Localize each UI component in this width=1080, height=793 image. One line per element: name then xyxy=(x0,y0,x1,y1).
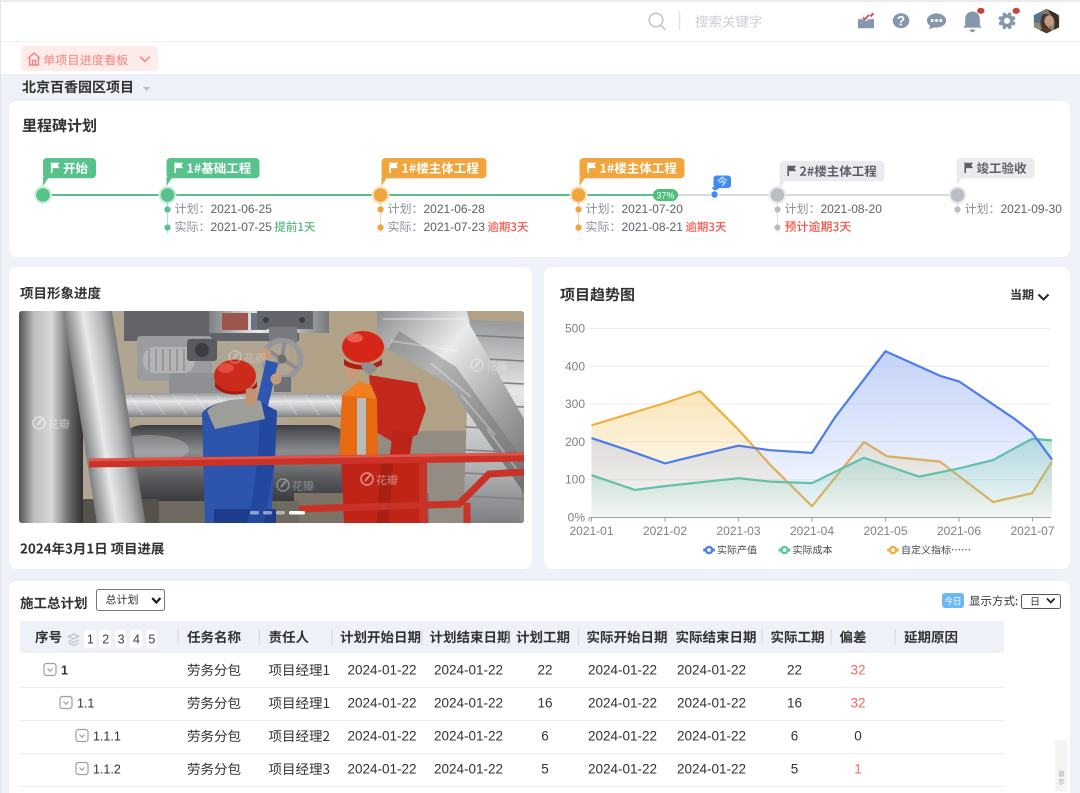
svg-text:1: 1 xyxy=(854,762,862,777)
svg-text:2021-07-25: 2021-07-25 xyxy=(211,220,273,234)
svg-text:200: 200 xyxy=(565,435,585,449)
svg-text:37%: 37% xyxy=(656,191,674,201)
svg-text:2024-01-22: 2024-01-22 xyxy=(347,762,416,777)
svg-text:2021-06: 2021-06 xyxy=(937,524,981,538)
svg-text:2024-01-22: 2024-01-22 xyxy=(434,729,503,744)
svg-text:0: 0 xyxy=(854,729,862,744)
svg-text:1.1: 1.1 xyxy=(77,697,94,711)
svg-text:2024-01-22: 2024-01-22 xyxy=(677,663,746,678)
svg-text:2024-01-22: 2024-01-22 xyxy=(434,696,503,711)
svg-text:2021-04: 2021-04 xyxy=(790,524,834,538)
svg-text:16: 16 xyxy=(537,696,552,711)
svg-text:300: 300 xyxy=(565,397,585,411)
svg-text:22: 22 xyxy=(787,663,802,678)
svg-text:0%: 0% xyxy=(568,511,586,525)
svg-text:2024-01-22: 2024-01-22 xyxy=(347,729,416,744)
svg-text:2024-01-22: 2024-01-22 xyxy=(347,696,416,711)
svg-text:2024-01-22: 2024-01-22 xyxy=(677,696,746,711)
svg-text:2024-01-22: 2024-01-22 xyxy=(588,762,657,777)
svg-text:2021-05: 2021-05 xyxy=(863,524,907,538)
svg-text:1: 1 xyxy=(61,664,68,678)
svg-text:2024-01-22: 2024-01-22 xyxy=(434,762,503,777)
svg-text:1: 1 xyxy=(87,633,94,647)
svg-text:500: 500 xyxy=(565,322,585,336)
svg-text:5: 5 xyxy=(791,762,799,777)
svg-text:2024-01-22: 2024-01-22 xyxy=(677,729,746,744)
svg-text:2: 2 xyxy=(102,633,109,647)
svg-text:32: 32 xyxy=(850,696,865,711)
svg-text:2021-07-20: 2021-07-20 xyxy=(622,202,684,216)
svg-text:400: 400 xyxy=(565,359,585,373)
svg-text:3: 3 xyxy=(118,633,125,647)
svg-text:5: 5 xyxy=(541,762,549,777)
svg-text:2024-01-22: 2024-01-22 xyxy=(588,729,657,744)
svg-text:6: 6 xyxy=(791,729,799,744)
svg-text:2024-01-22: 2024-01-22 xyxy=(434,663,503,678)
svg-text:2021-08-21: 2021-08-21 xyxy=(622,220,684,234)
svg-text:32: 32 xyxy=(850,663,865,678)
svg-text:6: 6 xyxy=(541,729,549,744)
svg-text:2021-08-20: 2021-08-20 xyxy=(821,202,883,216)
svg-text:2021-07-23: 2021-07-23 xyxy=(424,220,486,234)
svg-text:100: 100 xyxy=(565,473,585,487)
svg-text:2024-01-22: 2024-01-22 xyxy=(588,663,657,678)
svg-text:2021-03: 2021-03 xyxy=(716,524,760,538)
svg-text:2021-09-30: 2021-09-30 xyxy=(1001,202,1063,216)
svg-text:2021-06-25: 2021-06-25 xyxy=(211,202,273,216)
svg-text:2024-01-22: 2024-01-22 xyxy=(677,762,746,777)
svg-text:2021-07: 2021-07 xyxy=(1010,524,1054,538)
svg-text:2024-01-22: 2024-01-22 xyxy=(347,663,416,678)
svg-text:16: 16 xyxy=(787,696,802,711)
svg-text:1.1.1: 1.1.1 xyxy=(93,730,121,744)
svg-text:22: 22 xyxy=(537,663,552,678)
svg-text:2021-01: 2021-01 xyxy=(569,524,613,538)
svg-text:?: ? xyxy=(897,14,905,29)
svg-text:2021-06-28: 2021-06-28 xyxy=(424,202,486,216)
svg-text:2024-01-22: 2024-01-22 xyxy=(588,696,657,711)
svg-text:1.1.2: 1.1.2 xyxy=(93,763,121,777)
svg-text:4: 4 xyxy=(133,633,140,647)
svg-text:2021-02: 2021-02 xyxy=(643,524,687,538)
svg-text:5: 5 xyxy=(148,633,155,647)
